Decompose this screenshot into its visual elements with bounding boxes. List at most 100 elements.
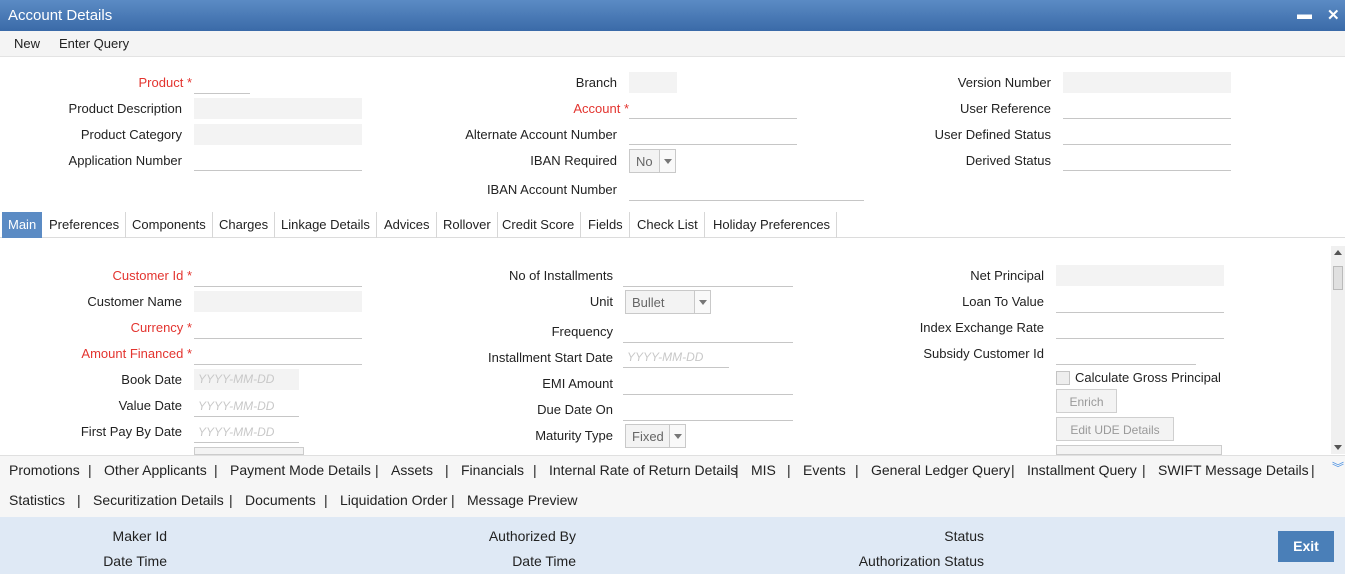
product-category-field [194,124,362,145]
scroll-thumb[interactable] [1333,266,1343,290]
alternate-account-number-input[interactable] [629,124,797,145]
no-of-installments-input[interactable] [623,266,793,287]
value-date-input[interactable]: YYYY-MM-DD [194,396,299,417]
loan-to-value-label: Loan To Value [962,294,1044,309]
emi-amount-input[interactable] [623,374,793,395]
tab-linkage-details[interactable]: Linkage Details [275,212,377,238]
application-number-input[interactable] [194,150,362,171]
unit-value: Bullet [632,295,665,310]
customer-id-label: Customer Id * [112,268,193,283]
payment-mode-details-link[interactable]: Payment Mode Details [230,462,371,478]
scroll-up-icon[interactable] [1334,250,1342,255]
chevron-down-icon [694,291,710,313]
securitization-details-link[interactable]: Securitization Details [93,492,224,508]
minimize-icon[interactable]: ▬ [1297,6,1312,23]
documents-link[interactable]: Documents [245,492,316,508]
book-date-label: Book Date [121,372,182,387]
maturity-type-label: Maturity Type [535,428,613,443]
net-principal-field [1056,265,1224,286]
tab-credit-score[interactable]: Credit Score [496,212,582,238]
unit-select[interactable]: Bullet [625,290,711,314]
installment-query-link[interactable]: Installment Query [1027,462,1137,478]
chevron-down-icon [659,150,675,172]
iban-required-value: No [636,154,653,169]
tab-charges[interactable]: Charges [213,212,276,238]
index-exchange-rate-input[interactable] [1056,318,1224,339]
no-of-installments-label: No of Installments [508,268,613,283]
tab-preferences[interactable]: Preferences [43,212,127,238]
application-number-label: Application Number [68,153,182,168]
edit-ude-details-button[interactable]: Edit UDE Details [1056,417,1174,441]
first-pay-by-date-input[interactable]: YYYY-MM-DD [194,422,299,443]
financials-link[interactable]: Financials [461,462,524,478]
branch-field [629,72,677,93]
user-reference-field[interactable] [1063,98,1231,119]
product-input[interactable] [194,73,250,94]
user-reference-label: User Reference [959,101,1051,116]
tab-bar: Main Preferences Components Charges Link… [0,212,1345,238]
customer-id-input[interactable] [194,266,362,287]
message-preview-link[interactable]: Message Preview [467,492,578,508]
mis-link[interactable]: MIS [751,462,776,478]
installment-start-date-input[interactable]: YYYY-MM-DD [623,347,729,368]
tab-holiday-preferences[interactable]: Holiday Preferences [707,212,838,238]
partial-field [1056,445,1222,455]
due-date-on-label: Due Date On [537,402,613,417]
checker-date-time-label: Date Time [512,553,576,569]
tab-components[interactable]: Components [126,212,213,238]
currency-input[interactable] [194,318,362,339]
liquidation-order-link[interactable]: Liquidation Order [340,492,447,508]
product-label: Product * [138,75,193,90]
promotions-link[interactable]: Promotions [9,462,80,478]
other-applicants-link[interactable]: Other Applicants [104,462,207,478]
window-title: Account Details [8,7,113,24]
product-description-field [194,98,362,119]
tab-main[interactable]: Main [2,212,43,238]
subsidy-customer-id-input[interactable] [1056,344,1196,365]
vertical-scrollbar[interactable] [1331,246,1345,454]
derived-status-field[interactable] [1063,150,1231,171]
tab-check-list[interactable]: Check List [631,212,705,238]
account-input[interactable] [629,98,797,119]
maker-date-time-label: Date Time [103,553,167,569]
installment-start-date-label: Installment Start Date [488,350,613,365]
user-defined-status-field[interactable] [1063,124,1231,145]
close-icon[interactable]: ✕ [1327,6,1340,24]
partial-field [194,447,304,455]
events-link[interactable]: Events [803,462,846,478]
assets-link[interactable]: Assets [391,462,433,478]
new-button[interactable]: New [14,36,40,51]
enrich-button[interactable]: Enrich [1056,389,1117,413]
scroll-down-icon[interactable] [1334,445,1342,450]
irr-details-link[interactable]: Internal Rate of Return Details [549,462,737,478]
statistics-link[interactable]: Statistics [9,492,65,508]
value-date-label: Value Date [118,398,182,413]
amount-financed-input[interactable] [194,344,362,365]
frequency-input[interactable] [623,322,793,343]
calculate-gross-principal-label: Calculate Gross Principal [1075,370,1221,385]
branch-label: Branch [575,75,617,90]
due-date-on-input[interactable] [623,400,793,421]
emi-amount-label: EMI Amount [542,376,613,391]
expand-chevron-icon[interactable]: ︾ [1332,459,1344,476]
iban-required-select[interactable]: No [629,149,676,173]
enter-query-button[interactable]: Enter Query [59,36,129,51]
exit-button[interactable]: Exit [1278,531,1334,562]
unit-label: Unit [589,294,613,309]
version-number-label: Version Number [957,75,1051,90]
general-ledger-query-link[interactable]: General Ledger Query [871,462,1010,478]
iban-account-number-input[interactable] [629,180,864,201]
maturity-type-select[interactable]: Fixed [625,424,686,448]
subsidy-customer-id-label: Subsidy Customer Id [923,346,1044,361]
swift-message-details-link[interactable]: SWIFT Message Details [1158,462,1309,478]
frequency-label: Frequency [551,324,613,339]
tab-advices[interactable]: Advices [378,212,437,238]
calculate-gross-principal-checkbox[interactable] [1056,371,1070,385]
chevron-down-icon [669,425,685,447]
first-pay-by-date-label: First Pay By Date [80,424,182,439]
loan-to-value-input[interactable] [1056,292,1224,313]
menu-bar: New Enter Query [0,31,1345,57]
tab-fields[interactable]: Fields [582,212,630,238]
user-defined-status-label: User Defined Status [934,127,1051,142]
tab-rollover[interactable]: Rollover [437,212,498,238]
